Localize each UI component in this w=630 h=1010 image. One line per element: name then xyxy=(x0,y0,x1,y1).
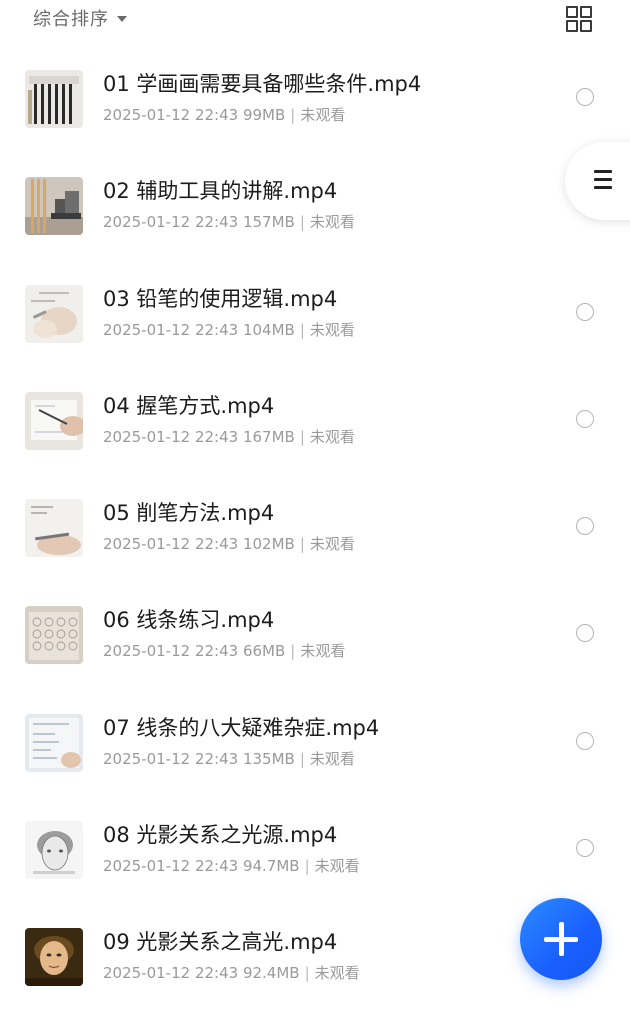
file-title: 09 光影关系之高光.mp4 xyxy=(103,930,338,955)
watch-status: 未观看 xyxy=(300,642,346,661)
watch-status: 未观看 xyxy=(309,427,355,446)
select-radio[interactable] xyxy=(576,409,594,428)
file-date: 2025-01-12 22:43 xyxy=(103,213,239,232)
sort-label: 综合排序 xyxy=(33,9,109,30)
caret-down-icon xyxy=(117,16,127,22)
file-title: 02 辅助工具的讲解.mp4 xyxy=(103,179,338,204)
file-size: 94.7MB xyxy=(242,857,300,876)
easel-thumbnail xyxy=(25,177,83,236)
meta-separator: | xyxy=(299,320,305,339)
file-date: 2025-01-12 22:43 xyxy=(103,427,239,446)
video-thumbnail xyxy=(25,606,83,665)
file-date: 2025-01-12 22:43 xyxy=(103,749,239,768)
watch-status: 未观看 xyxy=(309,535,355,554)
menu-icon xyxy=(594,170,612,173)
file-meta: 2025-01-12 22:43 92.4MB | 未观看 xyxy=(103,962,360,983)
select-radio[interactable] xyxy=(576,624,594,643)
meta-separator: | xyxy=(304,857,310,876)
sketch-head-thumbnail xyxy=(25,821,83,880)
file-title: 05 削笔方法.mp4 xyxy=(103,501,275,526)
grid-view-icon[interactable] xyxy=(566,6,592,32)
file-meta: 2025-01-12 22:43 102MB | 未观看 xyxy=(103,533,355,554)
video-thumbnail xyxy=(25,391,83,450)
file-meta: 2025-01-12 22:43 94.7MB | 未观看 xyxy=(103,855,360,876)
video-thumbnail xyxy=(25,499,83,558)
file-title: 04 握笔方式.mp4 xyxy=(103,393,275,418)
watch-status: 未观看 xyxy=(309,320,355,339)
file-size: 104MB xyxy=(242,320,295,339)
select-radio[interactable] xyxy=(576,731,594,750)
watch-status: 未观看 xyxy=(309,213,355,232)
file-title: 07 线条的八大疑难杂症.mp4 xyxy=(103,715,380,740)
file-list-item[interactable]: 03 铅笔的使用逻辑.mp4 2025-01-12 22:43 104MB | 未观看 xyxy=(0,259,630,366)
hand-pencil-thumbnail xyxy=(25,391,83,450)
file-date: 2025-01-12 22:43 xyxy=(103,535,239,554)
file-meta: 2025-01-12 22:43 99MB | 未观看 xyxy=(103,104,345,125)
file-title: 08 光影关系之光源.mp4 xyxy=(103,823,338,848)
watch-status: 未观看 xyxy=(300,106,346,124)
add-button[interactable] xyxy=(520,898,602,980)
file-size: 66MB xyxy=(242,642,286,661)
meta-separator: | xyxy=(299,213,305,232)
meta-separator: | xyxy=(299,749,305,768)
meta-separator: | xyxy=(290,642,296,661)
file-list-item[interactable]: 07 线条的八大疑难杂症.mp4 2025-01-12 22:43 135MB | 未… xyxy=(0,688,630,795)
file-meta: 2025-01-12 22:43 167MB | 未观看 xyxy=(103,426,355,447)
pencils-thumbnail xyxy=(25,70,83,128)
file-date: 2025-01-12 22:43 xyxy=(103,857,239,876)
top-toolbar: 综合排序 xyxy=(0,0,630,36)
file-list-item[interactable]: 02 辅助工具的讲解.mp4 2025-01-12 22:43 157MB | 未观看 xyxy=(0,151,630,258)
file-meta: 2025-01-12 22:43 66MB | 未观看 xyxy=(103,640,345,661)
file-date: 2025-01-12 22:43 xyxy=(103,106,239,124)
watch-status: 未观看 xyxy=(314,857,360,876)
watch-status: 未观看 xyxy=(314,964,360,983)
hand-paper-thumbnail xyxy=(25,284,83,343)
meta-separator: | xyxy=(299,535,305,554)
line-practice-thumbnail xyxy=(25,606,83,665)
file-size: 135MB xyxy=(242,749,295,768)
file-list-item[interactable]: 01 学画画需要具备哪些条件.mp4 2025-01-12 22:43 99MB |… xyxy=(0,44,630,151)
file-meta: 2025-01-12 22:43 135MB | 未观看 xyxy=(103,748,355,769)
file-date: 2025-01-12 22:43 xyxy=(103,642,239,661)
file-title: 01 学画画需要具备哪些条件.mp4 xyxy=(103,72,422,96)
watch-status: 未观看 xyxy=(309,749,355,768)
file-size: 167MB xyxy=(242,427,295,446)
file-size: 157MB xyxy=(242,213,295,232)
select-radio[interactable] xyxy=(576,517,594,536)
select-radio[interactable] xyxy=(576,88,594,106)
select-radio[interactable] xyxy=(576,839,594,858)
meta-separator: | xyxy=(304,964,310,983)
file-size: 92.4MB xyxy=(242,964,300,983)
file-title: 06 线条练习.mp4 xyxy=(103,608,275,633)
file-size: 102MB xyxy=(242,535,295,554)
file-meta: 2025-01-12 22:43 157MB | 未观看 xyxy=(103,211,355,232)
file-list-item[interactable]: 08 光影关系之光源.mp4 2025-01-12 22:43 94.7MB | 未观… xyxy=(0,795,630,902)
video-thumbnail xyxy=(25,70,83,128)
file-list-item[interactable]: 06 线条练习.mp4 2025-01-12 22:43 66MB | 未观看 xyxy=(0,580,630,687)
video-thumbnail xyxy=(25,284,83,343)
line-notes-thumbnail xyxy=(25,713,83,772)
file-list-item[interactable]: 05 削笔方法.mp4 2025-01-12 22:43 102MB | 未观看 xyxy=(0,473,630,580)
meta-separator: | xyxy=(299,427,305,446)
sort-dropdown[interactable]: 综合排序 xyxy=(33,4,127,32)
select-radio[interactable] xyxy=(576,302,594,321)
video-thumbnail xyxy=(25,177,83,236)
file-size: 99MB xyxy=(242,106,286,124)
video-thumbnail xyxy=(25,713,83,772)
meta-separator: | xyxy=(290,106,296,124)
file-date: 2025-01-12 22:43 xyxy=(103,320,239,339)
file-title: 03 铅笔的使用逻辑.mp4 xyxy=(103,286,338,311)
file-list-item[interactable]: 04 握笔方式.mp4 2025-01-12 22:43 167MB | 未观看 xyxy=(0,366,630,473)
file-meta: 2025-01-12 22:43 104MB | 未观看 xyxy=(103,319,355,340)
video-thumbnail xyxy=(25,928,83,987)
video-thumbnail xyxy=(25,821,83,880)
file-date: 2025-01-12 22:43 xyxy=(103,964,239,983)
file-list: 01 学画画需要具备哪些条件.mp4 2025-01-12 22:43 99MB |… xyxy=(0,44,630,1010)
sharpening-thumbnail xyxy=(25,499,83,558)
portrait-painting-thumbnail xyxy=(25,928,83,987)
